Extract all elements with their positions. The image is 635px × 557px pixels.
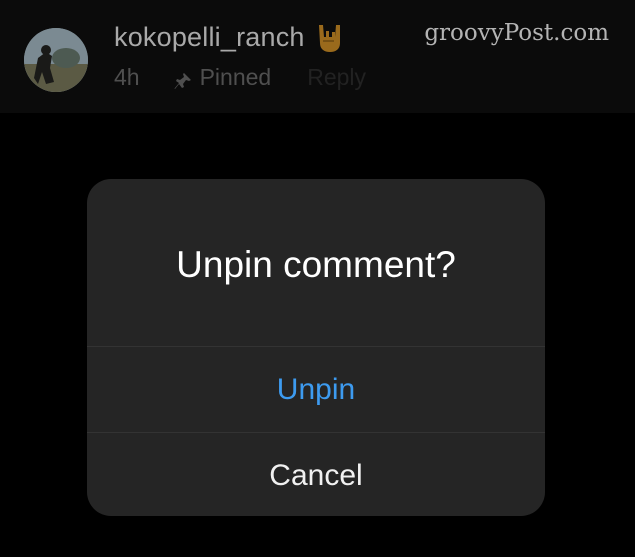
pinned-label: Pinned: [199, 64, 272, 90]
reply-link[interactable]: Reply: [307, 64, 366, 91]
watermark: groovyPost.com: [424, 20, 609, 46]
cancel-button[interactable]: Cancel: [87, 432, 545, 516]
avatar[interactable]: [24, 28, 88, 92]
comment-timestamp: 4h: [114, 64, 140, 90]
pinned-comment: kokopelli_ranch 4h Pinned Reply groovyPo…: [0, 0, 635, 113]
comment-username[interactable]: kokopelli_ranch: [114, 22, 305, 53]
sign-of-horns-emoji-icon: [315, 23, 343, 53]
dialog-title: Unpin comment?: [176, 243, 456, 285]
avatar-image: [24, 28, 88, 92]
unpin-dialog: Unpin comment? Unpin Cancel: [87, 179, 545, 516]
pin-icon: [174, 69, 192, 89]
unpin-button[interactable]: Unpin: [87, 346, 545, 432]
